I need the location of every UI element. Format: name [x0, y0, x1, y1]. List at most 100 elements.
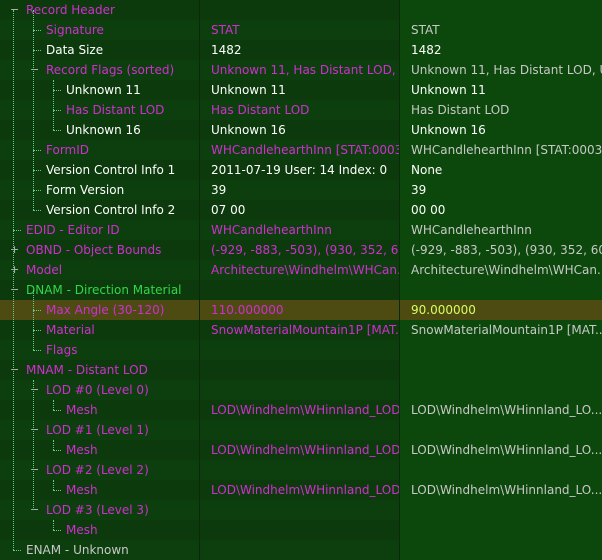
- tree-row[interactable]: Mesh: [0, 519, 602, 540]
- field-name-cell[interactable]: Flags: [0, 339, 200, 360]
- value-cell-1[interactable]: Architecture\Windhelm\WHCan...: [200, 259, 400, 280]
- value-cell-1[interactable]: 1482: [200, 39, 400, 60]
- tree-row[interactable]: − Record Flags (sorted) Unknown 11, Has Di…: [0, 59, 602, 80]
- tree-row[interactable]: Unknown 16 Unknown 16 Unknown 16: [0, 119, 602, 140]
- value-cell-2[interactable]: [400, 459, 602, 480]
- value-cell-2[interactable]: SnowMaterialMountain1P [MAT...: [400, 319, 602, 340]
- value-cell-1[interactable]: LOD\Windhelm\WHinnland_LOD...: [200, 399, 400, 420]
- value-cell-2[interactable]: Unknown 11: [400, 79, 602, 100]
- value-cell-1[interactable]: [200, 379, 400, 400]
- collapse-icon[interactable]: −: [10, 4, 19, 15]
- field-name-cell[interactable]: Has Distant LOD: [0, 99, 200, 120]
- tree-row[interactable]: + OBND - Object Bounds (-929, -883, -503),…: [0, 239, 602, 260]
- field-name-cell[interactable]: − LOD #0 (Level 0): [0, 379, 200, 400]
- value-cell-1[interactable]: Unknown 11, Has Distant LOD, U...: [200, 59, 400, 80]
- value-cell-1[interactable]: Unknown 16: [200, 119, 400, 140]
- value-cell-2[interactable]: Unknown 11, Has Distant LOD, U...: [400, 59, 602, 80]
- value-cell-2[interactable]: (-929, -883, -503), (930, 352, 600): [400, 239, 602, 260]
- field-name-cell[interactable]: Unknown 11: [0, 79, 200, 100]
- collapse-icon[interactable]: −: [30, 464, 39, 475]
- field-name-cell[interactable]: Material: [0, 319, 200, 340]
- field-name-cell[interactable]: + Model: [0, 259, 200, 280]
- value-cell-1[interactable]: [200, 359, 400, 380]
- value-cell-1[interactable]: [200, 419, 400, 440]
- tree-row[interactable]: − LOD #2 (Level 2): [0, 459, 602, 480]
- collapse-icon[interactable]: −: [30, 424, 39, 435]
- value-cell-1[interactable]: 2011-07-19 User: 14 Index: 0: [200, 159, 400, 180]
- collapse-icon[interactable]: −: [30, 384, 39, 395]
- field-name-cell[interactable]: Mesh: [0, 479, 200, 500]
- tree-row[interactable]: Mesh LOD\Windhelm\WHinnland_LOD... LOD\Win…: [0, 439, 602, 460]
- value-cell-2[interactable]: [400, 519, 602, 540]
- value-cell-2[interactable]: [400, 279, 602, 300]
- value-cell-1[interactable]: SnowMaterialMountain1P [MAT...: [200, 319, 400, 340]
- value-cell-1[interactable]: [200, 279, 400, 300]
- field-name-cell[interactable]: Mesh: [0, 399, 200, 420]
- tree-row[interactable]: − MNAM - Distant LOD: [0, 359, 602, 380]
- value-cell-2[interactable]: [400, 379, 602, 400]
- field-name-cell[interactable]: Data Size: [0, 39, 200, 60]
- tree-row[interactable]: ENAM - Unknown: [0, 539, 602, 560]
- tree-row[interactable]: Unknown 11 Unknown 11 Unknown 11: [0, 79, 602, 100]
- field-name-cell[interactable]: Unknown 16: [0, 119, 200, 140]
- tree-row[interactable]: Signature STAT STAT: [0, 19, 602, 40]
- field-name-cell[interactable]: − LOD #1 (Level 1): [0, 419, 200, 440]
- field-name-cell[interactable]: ENAM - Unknown: [0, 539, 200, 560]
- field-name-cell[interactable]: − LOD #3 (Level 3): [0, 499, 200, 520]
- value-cell-1[interactable]: STAT: [200, 19, 400, 40]
- value-cell-1[interactable]: WHCandlehearthInn [STAT:0003...: [200, 139, 400, 160]
- value-cell-2[interactable]: 39: [400, 179, 602, 200]
- tree-row[interactable]: − DNAM - Direction Material: [0, 279, 602, 300]
- field-name-cell[interactable]: + OBND - Object Bounds: [0, 239, 200, 260]
- value-cell-1[interactable]: (-929, -883, -503), (930, 352, 600): [200, 239, 400, 260]
- value-cell-1[interactable]: WHCandlehearthInn: [200, 219, 400, 240]
- value-cell-2[interactable]: [400, 359, 602, 380]
- field-name-cell[interactable]: − Record Header: [0, 0, 200, 20]
- collapse-icon[interactable]: −: [10, 284, 19, 295]
- value-cell-2[interactable]: None: [400, 159, 602, 180]
- expand-icon[interactable]: +: [10, 264, 19, 275]
- value-cell-2[interactable]: Has Distant LOD: [400, 99, 602, 120]
- value-cell-1[interactable]: [200, 339, 400, 360]
- value-cell-1[interactable]: [200, 519, 400, 540]
- value-cell-2[interactable]: Architecture\Windhelm\WHCan...: [400, 259, 602, 280]
- field-name-cell[interactable]: − Record Flags (sorted): [0, 59, 200, 80]
- tree-row[interactable]: Version Control Info 2 07 00 00 00: [0, 199, 602, 220]
- tree-row[interactable]: Mesh LOD\Windhelm\WHinnland_LOD... LOD\Win…: [0, 399, 602, 420]
- collapse-icon[interactable]: −: [30, 64, 39, 75]
- tree-row[interactable]: − LOD #3 (Level 3): [0, 499, 602, 520]
- field-name-cell[interactable]: Form Version: [0, 179, 200, 200]
- value-cell-1[interactable]: Has Distant LOD: [200, 99, 400, 120]
- value-cell-2[interactable]: 1482: [400, 39, 602, 60]
- value-cell-1[interactable]: 110.000000: [200, 299, 400, 320]
- value-cell-1[interactable]: [200, 539, 400, 560]
- tree-row[interactable]: Max Angle (30-120) 110.000000 90.000000: [0, 299, 602, 320]
- value-cell-2[interactable]: Unknown 16: [400, 119, 602, 140]
- value-cell-2[interactable]: [400, 419, 602, 440]
- tree-row[interactable]: − LOD #0 (Level 0): [0, 379, 602, 400]
- value-cell-2[interactable]: [400, 339, 602, 360]
- value-cell-1[interactable]: [200, 0, 400, 20]
- field-name-cell[interactable]: EDID - Editor ID: [0, 219, 200, 240]
- value-cell-1[interactable]: Unknown 11: [200, 79, 400, 100]
- value-cell-2[interactable]: LOD\Windhelm\WHinnland_LO...: [400, 439, 602, 460]
- value-cell-2[interactable]: WHCandlehearthInn [STAT:0003...: [400, 139, 602, 160]
- value-cell-2[interactable]: STAT: [400, 19, 602, 40]
- value-cell-2[interactable]: LOD\Windhelm\WHinnland_LO...: [400, 479, 602, 500]
- collapse-icon[interactable]: −: [10, 364, 19, 375]
- tree-row[interactable]: Data Size 1482 1482: [0, 39, 602, 60]
- field-name-cell[interactable]: Max Angle (30-120): [0, 299, 200, 320]
- field-name-cell[interactable]: Version Control Info 1: [0, 159, 200, 180]
- field-name-cell[interactable]: − MNAM - Distant LOD: [0, 359, 200, 380]
- tree-row[interactable]: Form Version 39 39: [0, 179, 602, 200]
- tree-row[interactable]: EDID - Editor ID WHCandlehearthInn WHCandl…: [0, 219, 602, 240]
- tree-row[interactable]: Version Control Info 1 2011-07-19 User: 1…: [0, 159, 602, 180]
- collapse-icon[interactable]: −: [30, 504, 39, 515]
- tree-row[interactable]: Has Distant LOD Has Distant LOD Has Distan…: [0, 99, 602, 120]
- field-name-cell[interactable]: Mesh: [0, 439, 200, 460]
- value-cell-1[interactable]: LOD\Windhelm\WHinnland_LOD...: [200, 479, 400, 500]
- value-cell-2[interactable]: LOD\Windhelm\WHinnland_LO...: [400, 399, 602, 420]
- tree-row[interactable]: + Model Architecture\Windhelm\WHCan... Arch…: [0, 259, 602, 280]
- value-cell-2[interactable]: 90.000000: [400, 299, 602, 320]
- value-cell-2[interactable]: WHCandlehearthInn: [400, 219, 602, 240]
